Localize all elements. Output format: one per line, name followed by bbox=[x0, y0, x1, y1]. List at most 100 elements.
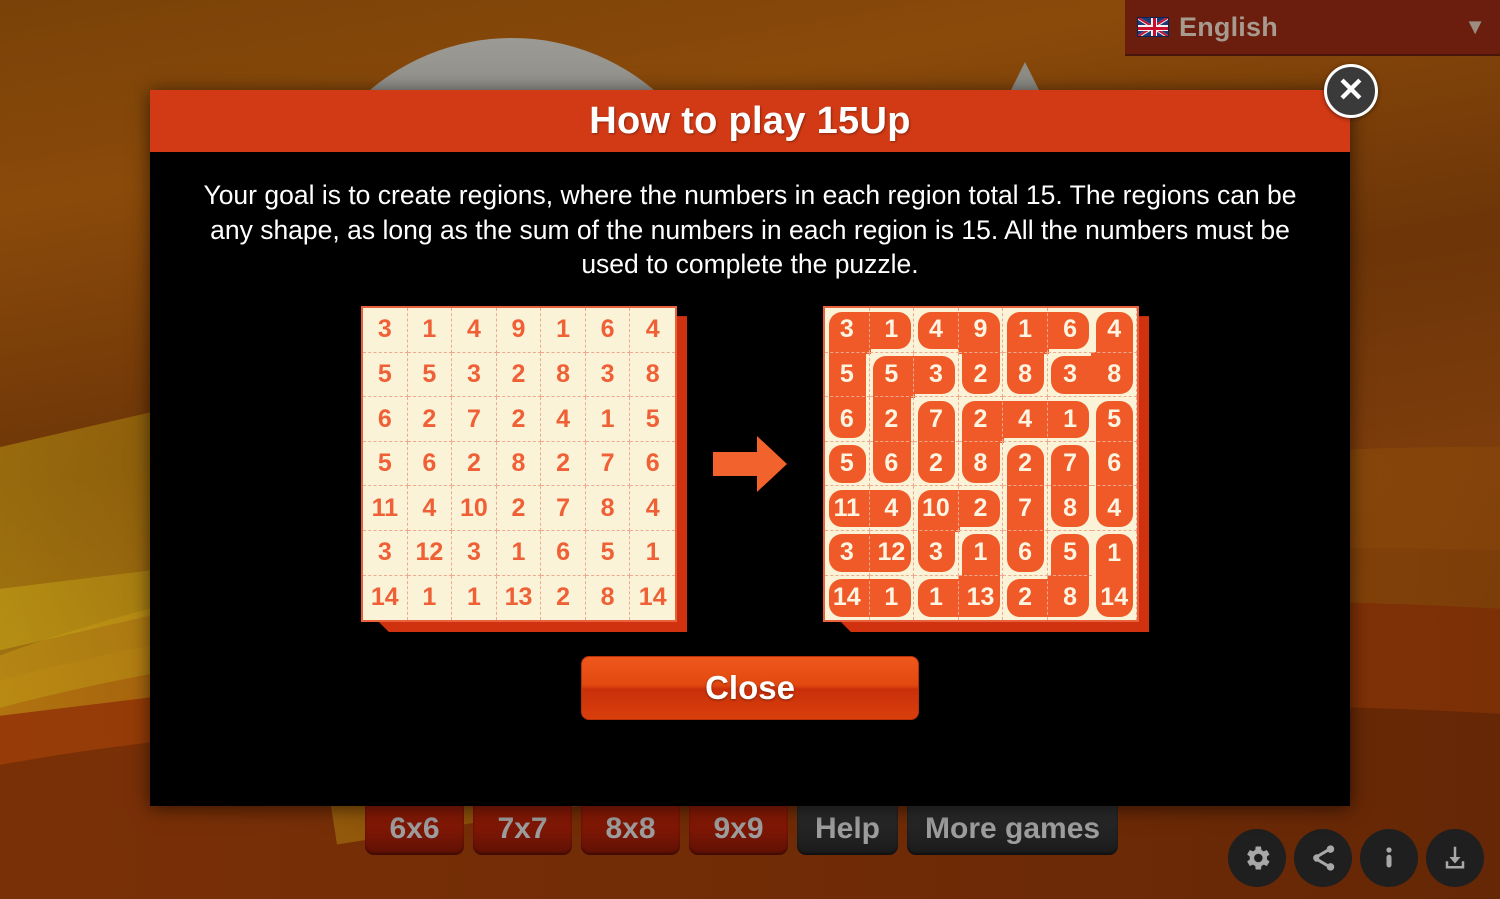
toolbar-button-7x7[interactable]: 7x7 bbox=[473, 802, 572, 855]
grid-cell: 1 bbox=[1003, 308, 1048, 353]
grid-cell: 3 bbox=[1047, 353, 1093, 398]
toolbar-button-label: 7x7 bbox=[497, 811, 548, 845]
grid-cell: 6 bbox=[1003, 530, 1048, 576]
unsolved-grid-wrapper: 3 1 4 9 1 6 4 5 5 3 2 8 3 8 6 2 7 2 4 1 5 5 6 2 8 2 7 6 11 4 10 2 7 8 4 3 12… bbox=[361, 306, 677, 622]
grid-cell: 11 bbox=[363, 486, 408, 531]
close-button-label: Close bbox=[705, 669, 795, 707]
grid-cell: 5 bbox=[1092, 397, 1137, 442]
grid-cell: 2 bbox=[958, 486, 1004, 531]
unsolved-puzzle-grid: 3 1 4 9 1 6 4 5 5 3 2 8 3 8 6 2 7 2 4 1 5 5 6 2 8 2 7 6 11 4 10 2 7 8 4 3 12… bbox=[361, 306, 677, 623]
grid-cell: 4 bbox=[630, 486, 675, 531]
grid-cell: 12 bbox=[869, 530, 915, 576]
grid-cell: 1 bbox=[541, 308, 586, 353]
grid-cell: 1 bbox=[1047, 397, 1093, 442]
share-icon[interactable] bbox=[1294, 829, 1352, 887]
grid-cell: 1 bbox=[496, 530, 542, 576]
grid-cell: 4 bbox=[452, 308, 497, 353]
toolbar-button-label: 6x6 bbox=[389, 811, 440, 845]
how-to-play-dialog: How to play 15Up ✕ Your goal is to creat… bbox=[150, 64, 1378, 806]
language-selector[interactable]: English ▼ bbox=[1125, 0, 1500, 56]
toolbar-button-more-games[interactable]: More games bbox=[907, 802, 1119, 855]
grid-cell: 3 bbox=[914, 530, 959, 576]
grid-cell: 8 bbox=[1092, 352, 1137, 398]
grid-cell: 2 bbox=[1003, 575, 1048, 621]
toolbar-button-label: 8x8 bbox=[605, 811, 656, 845]
chevron-down-icon[interactable]: ▼ bbox=[1464, 16, 1486, 38]
grid-cell: 4 bbox=[407, 486, 453, 531]
toolbar-button-label: Help bbox=[815, 811, 881, 845]
grid-cell: 2 bbox=[452, 441, 497, 487]
gear-icon[interactable] bbox=[1228, 829, 1286, 887]
toolbar-button-9x9[interactable]: 9x9 bbox=[689, 802, 788, 855]
corner-icon-bar bbox=[1228, 829, 1484, 887]
grid-cell: 4 bbox=[869, 486, 915, 531]
grid-cell: 2 bbox=[914, 441, 959, 487]
grid-cell: 14 bbox=[363, 575, 408, 621]
grid-cell: 5 bbox=[825, 441, 870, 487]
grid-cell: 7 bbox=[452, 397, 497, 442]
instructions-text: Your goal is to create regions, where th… bbox=[203, 180, 1297, 280]
grid-cell: 8 bbox=[585, 486, 631, 531]
close-button[interactable]: Close bbox=[581, 656, 919, 721]
grid-cell: 6 bbox=[869, 441, 915, 487]
solved-grid-wrapper: 3 1 4 9 1 6 4 5 5 3 2 8 3 8 6 2 7 2 4 1 5 5 6 2 8 2 7 6 11 4 10 2 7 8 4 3 12… bbox=[823, 306, 1139, 622]
grid-cell: 6 bbox=[630, 442, 675, 487]
grid-cell: 1 bbox=[869, 308, 915, 353]
grid-cell: 8 bbox=[958, 441, 1004, 487]
grid-cell: 4 bbox=[541, 397, 586, 442]
dialog-title: How to play 15Up bbox=[589, 99, 911, 142]
grid-cell: 2 bbox=[541, 441, 586, 487]
grid-cell: 1 bbox=[914, 575, 959, 621]
grid-cell: 9 bbox=[958, 308, 1004, 353]
dialog-body: Your goal is to create regions, where th… bbox=[150, 152, 1350, 721]
grid-cell: 3 bbox=[363, 530, 408, 576]
grid-cell: 3 bbox=[452, 530, 497, 576]
grid-cell: 10 bbox=[914, 486, 959, 531]
toolbar-button-6x6[interactable]: 6x6 bbox=[365, 802, 464, 855]
toolbar-button-8x8[interactable]: 8x8 bbox=[581, 802, 680, 855]
grid-cell: 13 bbox=[959, 575, 1004, 621]
grid-cell: 1 bbox=[408, 575, 453, 621]
grid-cell: 1 bbox=[585, 397, 631, 442]
grid-cell: 12 bbox=[407, 530, 453, 576]
language-label: English bbox=[1179, 11, 1278, 42]
grid-cell: 1 bbox=[407, 308, 453, 353]
info-icon[interactable] bbox=[1360, 829, 1418, 887]
grid-cell: 2 bbox=[496, 397, 542, 442]
grid-cell: 7 bbox=[585, 441, 631, 487]
download-icon[interactable] bbox=[1426, 829, 1484, 887]
grid-cell: 2 bbox=[1003, 441, 1048, 487]
grid-cell: 5 bbox=[585, 530, 631, 576]
grid-cell: 2 bbox=[407, 397, 453, 442]
grid-cell: 1 bbox=[958, 530, 1004, 576]
close-icon[interactable]: ✕ bbox=[1324, 64, 1378, 118]
grid-cell: 14 bbox=[638, 583, 667, 612]
grid-cell: 6 bbox=[407, 441, 453, 487]
grid-cell: 2 bbox=[496, 486, 542, 531]
grid-cell: 3 bbox=[452, 352, 497, 398]
grid-cell: 11 bbox=[825, 486, 870, 531]
grid-cell: 1 bbox=[870, 575, 915, 621]
grid-cell: 5 bbox=[363, 352, 408, 398]
grid-cell: 3 bbox=[585, 352, 631, 398]
grid-cell: 14 bbox=[825, 575, 870, 621]
grid-cell: 4 bbox=[914, 308, 959, 353]
grid-cell: 6 bbox=[1047, 308, 1093, 353]
right-arrow-icon bbox=[713, 436, 787, 493]
grid-cell: 4 bbox=[1003, 397, 1048, 442]
grid-cell: 6 bbox=[585, 308, 631, 353]
grid-cell: 8 bbox=[630, 353, 675, 398]
grid-cell: 3 bbox=[914, 352, 959, 398]
grid-cell: 5 bbox=[630, 397, 675, 442]
grid-cell: 5 bbox=[363, 441, 408, 487]
grid-cell: 2 bbox=[958, 397, 1004, 442]
grid-cell: 4 bbox=[630, 308, 675, 353]
grid-cell: 4 bbox=[1092, 486, 1137, 531]
grid-cell: 6 bbox=[1092, 441, 1137, 487]
grid-cell: 8 bbox=[496, 441, 542, 487]
grid-cell: 14 bbox=[1092, 575, 1137, 621]
toolbar-button-help[interactable]: Help bbox=[797, 802, 899, 855]
grid-cell: 3 bbox=[825, 530, 870, 576]
illustration: 3 1 4 9 1 6 4 5 5 3 2 8 3 8 6 2 7 2 4 1 5 5 6 2 8 2 7 6 11 4 10 2 7 8 4 3 12… bbox=[361, 306, 1139, 622]
close-glyph: ✕ bbox=[1337, 70, 1365, 108]
